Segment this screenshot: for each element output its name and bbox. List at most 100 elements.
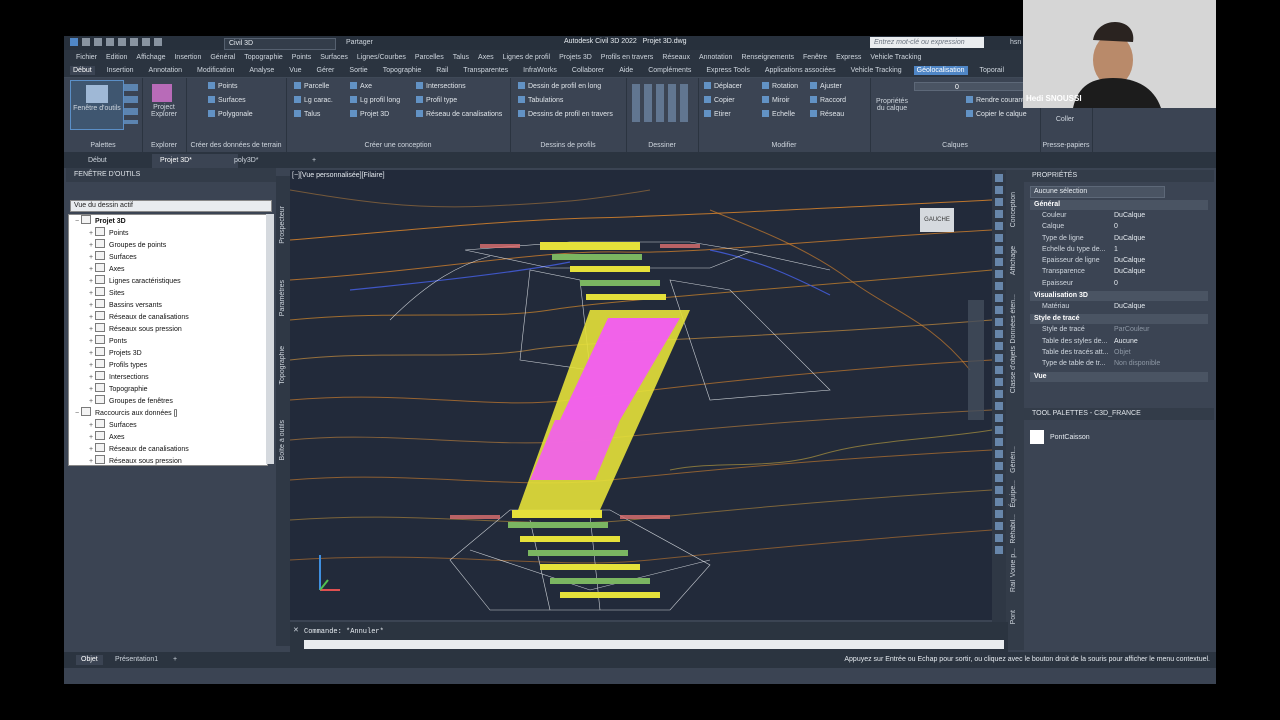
ribbon-tab[interactable]: Rail [433, 66, 451, 75]
make-current-button[interactable]: Rendre courant [966, 96, 1024, 104]
command-input[interactable] [304, 640, 1004, 649]
user-name[interactable]: hsn [1010, 39, 1021, 46]
reseau-button[interactable]: Réseau [810, 110, 844, 118]
workspace-select[interactable]: Civil 3D [224, 38, 336, 50]
ribbon-tab[interactable]: Topographie [380, 66, 425, 75]
parcelle-button[interactable]: Parcelle [294, 82, 329, 90]
tree-item[interactable]: + Sites [69, 287, 267, 299]
viewport-controls[interactable]: [−][Vue personnalisée][Filaire] [292, 172, 385, 179]
draw-tools-icons[interactable] [632, 84, 692, 122]
project-explorer-label[interactable]: Project Explorer [144, 104, 184, 118]
menu-item[interactable]: Edition [106, 54, 127, 61]
add-layout-icon[interactable]: + [168, 655, 182, 665]
property-section-header[interactable]: Vue [1030, 371, 1208, 382]
close-icon[interactable]: ✕ [293, 626, 299, 634]
property-row[interactable]: Table des tracés att... Objet [1030, 347, 1208, 358]
profil-type-button[interactable]: Profil type [416, 96, 457, 104]
view-select[interactable]: Vue du dessin actif [70, 200, 272, 212]
menu-item[interactable]: Axes [478, 54, 494, 61]
tab-boite-outils[interactable]: Boîte à outils [279, 420, 286, 460]
property-value[interactable]: 0 [1114, 278, 1208, 289]
tool-icon[interactable] [995, 414, 1003, 422]
tree-item[interactable]: − Raccourcis aux données [] [69, 407, 267, 419]
axe-button[interactable]: Axe [350, 82, 372, 90]
tool-icon[interactable] [995, 510, 1003, 518]
raccord-button[interactable]: Raccord [810, 96, 846, 104]
tool-icon[interactable] [995, 222, 1003, 230]
ribbon-tab[interactable]: Collaborer [569, 66, 607, 75]
menu-item[interactable]: Annotation [699, 54, 732, 61]
copy-layer-button[interactable]: Copier le calque [966, 110, 1027, 118]
property-row[interactable]: Epaisseur de ligne DuCalque [1030, 255, 1208, 266]
points-button[interactable]: Points [208, 82, 237, 90]
property-row[interactable]: Calque 0 [1030, 221, 1208, 232]
selection-dropdown[interactable]: Aucune sélection [1030, 186, 1165, 198]
tab-affichage[interactable]: Affichage [1010, 246, 1017, 275]
menu-item[interactable]: Talus [453, 54, 469, 61]
lg-carac-button[interactable]: Lg carac. [294, 96, 333, 104]
property-value[interactable]: DuCalque [1114, 301, 1208, 312]
property-row[interactable]: Transparence DuCalque [1030, 266, 1208, 277]
deplacer-button[interactable]: Déplacer [704, 82, 742, 90]
tool-icon[interactable] [995, 294, 1003, 302]
menu-item[interactable]: Profils en travers [601, 54, 654, 61]
property-value[interactable]: DuCalque [1114, 233, 1208, 244]
tool-icon[interactable] [995, 366, 1003, 374]
tree-toggle-icon[interactable]: + [87, 456, 95, 465]
ajuster-button[interactable]: Ajuster [810, 82, 842, 90]
ribbon-tab[interactable]: Toporail [977, 66, 1008, 75]
property-section-header[interactable]: Style de tracé [1030, 314, 1208, 325]
palette-item-icon[interactable] [1030, 430, 1044, 444]
tree-item[interactable]: + Topographie [69, 383, 267, 395]
tool-icon[interactable] [995, 198, 1003, 206]
tree-item[interactable]: + Profils types [69, 359, 267, 371]
tree-item[interactable]: + Axes [69, 263, 267, 275]
tab-equipement[interactable]: Équipe... [1010, 480, 1017, 508]
menu-item[interactable]: Express [836, 54, 861, 61]
menu-item[interactable]: Topographie [244, 54, 283, 61]
tree-item[interactable]: + Lignes caractéristiques [69, 275, 267, 287]
tab-topographie[interactable]: Topographie [279, 346, 286, 385]
property-row[interactable]: Matériau DuCalque [1030, 301, 1208, 312]
tool-icon[interactable] [995, 522, 1003, 530]
property-section-header[interactable]: Visualisation 3D [1030, 291, 1208, 302]
tool-icon[interactable] [995, 306, 1003, 314]
property-row[interactable]: Table des styles de... Aucune [1030, 336, 1208, 347]
ribbon-tab[interactable]: Géolocalisation [913, 66, 968, 75]
ribbon-tab[interactable]: Compléments [645, 66, 694, 75]
tab-rehabilitation[interactable]: Réhabil... [1010, 514, 1017, 544]
tab-conception[interactable]: Conception [1010, 192, 1017, 227]
tab-prospecteur[interactable]: Prospecteur [279, 206, 286, 244]
ribbon-tab[interactable]: Vehicle Tracking [848, 66, 905, 75]
tool-icon[interactable] [995, 270, 1003, 278]
property-row[interactable]: Echelle du type de... 1 [1030, 244, 1208, 255]
ribbon-tab[interactable]: Gérer [314, 66, 338, 75]
tree-item[interactable]: + Groupes de fenêtres [69, 395, 267, 407]
tab-classe-objets[interactable]: Classe d'objets [1010, 346, 1017, 393]
lg-profil-long-button[interactable]: Lg profil long [350, 96, 400, 104]
tree-item[interactable]: + Surfaces [69, 419, 267, 431]
tab-rail[interactable]: Rail [1010, 580, 1017, 592]
tree-toggle-icon[interactable]: − [73, 408, 81, 420]
app-menu-icon[interactable] [70, 38, 78, 46]
property-value[interactable]: DuCalque [1114, 210, 1208, 221]
doc-tab-debut[interactable]: Début [80, 154, 115, 168]
menu-item[interactable]: Surfaces [320, 54, 348, 61]
layer-dropdown[interactable]: 0 [914, 82, 1032, 91]
menu-item[interactable]: Parcelles [415, 54, 444, 61]
tree-toggle-icon[interactable]: − [73, 216, 81, 228]
tool-icon[interactable] [995, 426, 1003, 434]
tree-item[interactable]: + Ponts [69, 335, 267, 347]
tab-donnees-etendues[interactable]: Données éten... [1010, 294, 1017, 343]
property-row[interactable]: Couleur DuCalque [1030, 210, 1208, 221]
tool-icon[interactable] [995, 210, 1003, 218]
tool-icon[interactable] [995, 246, 1003, 254]
tool-icon[interactable] [995, 402, 1003, 410]
menu-item[interactable]: Réseaux [662, 54, 690, 61]
undo-icon[interactable] [142, 38, 150, 46]
tool-icon[interactable] [995, 234, 1003, 242]
ribbon-tab[interactable]: Début [70, 66, 95, 75]
ribbon-tab[interactable]: Sortie [346, 66, 370, 75]
property-value[interactable]: ParCouleur [1114, 324, 1208, 335]
tool-icon[interactable] [995, 486, 1003, 494]
